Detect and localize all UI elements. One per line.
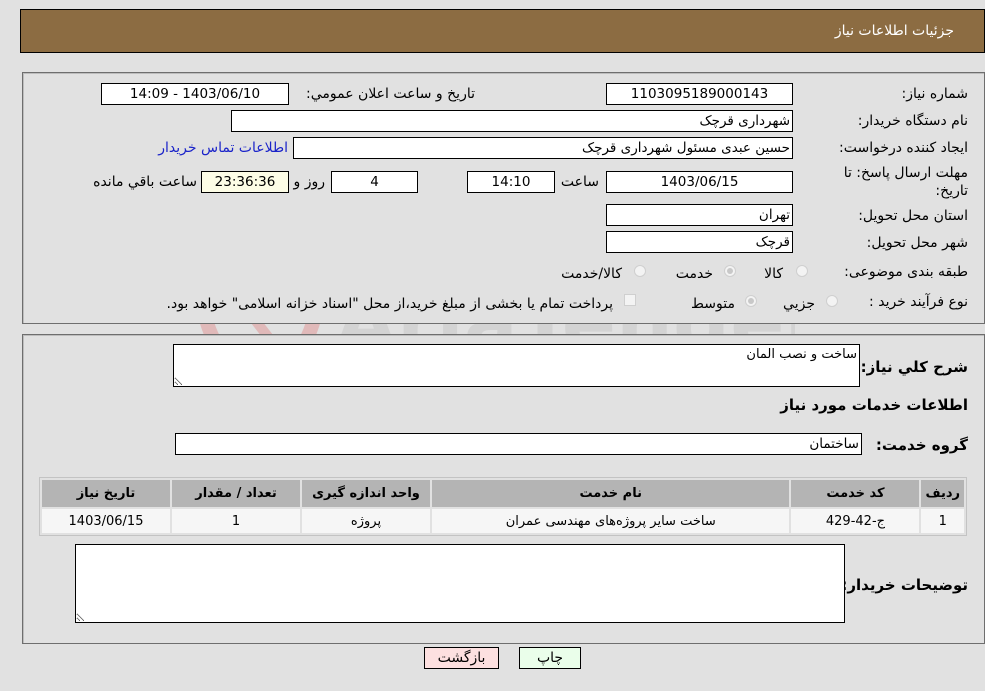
col-header-service-name: نام خدمت [432, 480, 790, 507]
remaining-days-label: روز و [293, 174, 326, 190]
service-group-label: گروه خدمت: [875, 436, 968, 454]
city-label: شهر محل تحویل: [866, 235, 968, 251]
requester-label: ایجاد کننده درخواست: [839, 140, 968, 156]
col-header-service-code: کد خدمت [791, 480, 920, 507]
category-radio-service[interactable] [724, 265, 736, 277]
requester-field: حسین عبدی مسئول شهرداری قرچک [293, 137, 793, 159]
buyer-org-label: نام دستگاه خریدار: [857, 113, 968, 129]
purchase-type-label: نوع فرآیند خرید : [869, 294, 968, 310]
need-number-label: شماره نیاز: [901, 86, 969, 102]
announce-datetime-field: 1403/06/10 - 14:09 [101, 83, 289, 105]
deadline-time-field: 14:10 [467, 171, 555, 193]
deadline-label: مهلت ارسال پاسخ: تا تاریخ: [843, 165, 968, 199]
deadline-date-field: 1403/06/15 [606, 171, 793, 193]
purchase-type-option-minor: جزیي [783, 296, 815, 312]
cell-need-date: 1403/06/15 [42, 509, 170, 533]
treasury-note: پرداخت تمام یا بخشی از مبلغ خرید،از محل … [166, 296, 613, 312]
announce-datetime-label: تاریخ و ساعت اعلان عمومي: [306, 86, 475, 102]
cell-quantity: 1 [172, 509, 300, 533]
services-table: ردیف کد خدمت نام خدمت واحد اندازه گیری ت… [39, 477, 967, 536]
description-textarea[interactable]: ساخت و نصب المان [173, 344, 860, 387]
table-header-row: ردیف کد خدمت نام خدمت واحد اندازه گیری ت… [42, 480, 964, 507]
buyer-notes-label: توضیحات خریدار: [841, 576, 968, 594]
category-option-service: خدمت [675, 266, 713, 282]
buyer-org-field: شهرداری قرچک [231, 110, 793, 132]
back-button[interactable]: بازگشت [424, 647, 499, 669]
col-header-unit: واحد اندازه گیری [302, 480, 430, 507]
purchase-type-option-medium: متوسط [691, 296, 735, 312]
buyer-contact-link[interactable]: اطلاعات تماس خریدار [158, 140, 288, 156]
city-field: قرچک [606, 231, 793, 253]
remaining-days-field: 4 [331, 171, 418, 193]
category-radio-goods[interactable] [796, 265, 808, 277]
description-label: شرح کلي نیاز: [860, 358, 968, 376]
category-label: طبقه بندی موضوعی: [844, 264, 968, 280]
col-header-row-number: ردیف [921, 480, 964, 507]
table-row: 1 ج-42-429 ساخت سایر پروژه‌های مهندسی عم… [42, 509, 964, 533]
print-button[interactable]: چاپ [519, 647, 581, 669]
page-title: جزئیات اطلاعات نیاز [834, 23, 954, 39]
service-group-field: ساختمان [175, 433, 862, 455]
purchase-type-radio-medium[interactable] [745, 295, 757, 307]
cell-service-name: ساخت سایر پروژه‌های مهندسی عمران [432, 509, 790, 533]
deadline-time-label: ساعت [560, 174, 599, 190]
treasury-checkbox[interactable] [624, 294, 636, 306]
need-number-field: 1103095189000143 [606, 83, 793, 105]
cell-unit: پروژه [302, 509, 430, 533]
category-radio-goods-service[interactable] [634, 265, 646, 277]
page-header: جزئیات اطلاعات نیاز [20, 9, 985, 53]
category-option-goods-service: کالا/خدمت [561, 266, 622, 282]
remaining-time-field: 23:36:36 [201, 171, 289, 193]
category-option-goods: کالا [764, 266, 783, 282]
buyer-notes-textarea[interactable] [75, 544, 845, 623]
cell-row-number: 1 [921, 509, 964, 533]
services-heading: اطلاعات خدمات مورد نیاز [780, 396, 968, 414]
province-field: تهران [606, 204, 793, 226]
province-label: استان محل تحویل: [858, 208, 968, 224]
purchase-type-radio-minor[interactable] [826, 295, 838, 307]
cell-service-code: ج-42-429 [791, 509, 920, 533]
remaining-time-label: ساعت باقي مانده [93, 174, 197, 190]
col-header-need-date: تاریخ نیاز [42, 480, 170, 507]
col-header-quantity: تعداد / مقدار [172, 480, 300, 507]
